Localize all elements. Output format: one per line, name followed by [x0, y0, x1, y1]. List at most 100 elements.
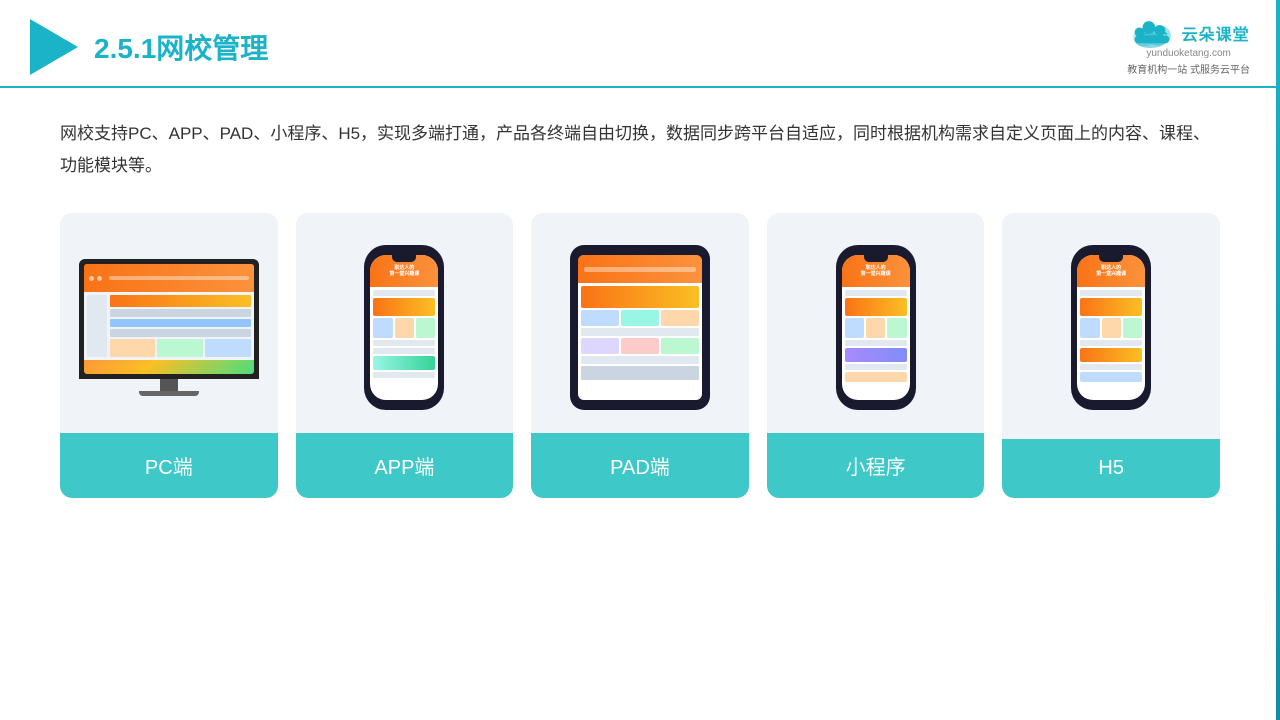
tablet-frame [570, 245, 710, 410]
header: 2.5.1网校管理 云朵课堂 yunduoketang.com 教育机构一站 式… [0, 0, 1280, 88]
brand-logo-icon: 云朵课堂 [1128, 18, 1250, 48]
grid-item [373, 318, 392, 338]
phone-row-blue [1080, 372, 1142, 382]
logo-triangle [30, 19, 78, 75]
tablet-row [581, 366, 699, 380]
card [110, 339, 156, 357]
phone-row [373, 372, 435, 378]
h5-card: 职达人的第一堂兴趣课 [1002, 213, 1220, 498]
mini-phone-frame: 职达人的第一堂兴趣课 [836, 245, 916, 410]
phone-grid [845, 318, 907, 338]
h5-image-area: 职达人的第一堂兴趣课 [1002, 233, 1220, 423]
phone-row [373, 348, 435, 354]
monitor-body [84, 292, 254, 360]
phone-banner-text: 职达人的第一堂兴趣课 [861, 265, 891, 277]
main-content: 网校支持PC、APP、PAD、小程序、H5，实现多端打通，产品各终端自由切换，数… [0, 88, 1280, 518]
miniprogram-label: 小程序 [767, 433, 985, 498]
phone-screen: 职达人的第一堂兴趣课 [1077, 255, 1145, 400]
phone-notch [1099, 255, 1123, 262]
page-title: 2.5.1网校管理 [94, 27, 268, 67]
phone-banner-text: 职达人的第一堂兴趣课 [389, 265, 419, 277]
miniprogram-phone: 职达人的第一堂兴趣课 [836, 245, 916, 410]
pad-image-area [531, 233, 749, 423]
cloud-icon [1128, 18, 1176, 48]
tablet-card [661, 338, 699, 354]
monitor-sidebar [87, 295, 107, 357]
monitor-row [110, 309, 251, 317]
address-bar [109, 276, 249, 280]
tablet-card [621, 310, 659, 326]
phone-frame: 职达人的第一堂兴趣课 [364, 245, 444, 410]
phone-body [842, 287, 910, 385]
monitor-top-bar [84, 264, 254, 292]
app-card: 职达人的第一堂兴趣课 [296, 213, 514, 498]
h5-phone-frame: 职达人的第一堂兴趣课 [1071, 245, 1151, 410]
h5-phone: 职达人的第一堂兴趣课 [1071, 245, 1151, 410]
tablet-address-bar [584, 267, 696, 272]
card [157, 339, 203, 357]
tablet-top-bar [578, 255, 702, 283]
tablet-body [578, 283, 702, 383]
monitor-banner [110, 295, 251, 307]
grid-item [416, 318, 435, 338]
tablet-card [581, 310, 619, 326]
monitor-frame [79, 259, 259, 379]
phone-notch [864, 255, 888, 262]
app-image-area: 职达人的第一堂兴趣课 [296, 233, 514, 423]
monitor-dot [97, 276, 102, 281]
tablet-card [661, 310, 699, 326]
grid-item [887, 318, 906, 338]
phone-row [845, 290, 907, 296]
miniprogram-card: 职达人的第一堂兴趣课 [767, 213, 985, 498]
phone-notch [392, 255, 416, 262]
phone-body [1077, 287, 1145, 385]
pc-card: PC端 [60, 213, 278, 498]
phone-banner [373, 298, 435, 316]
tablet-banner [581, 286, 699, 308]
phone-row-purple [845, 348, 907, 362]
brand-name: 云朵课堂 [1182, 21, 1250, 45]
section-number: 2.5.1 [94, 33, 156, 64]
monitor-row [110, 329, 251, 337]
title-text: 网校管理 [156, 33, 268, 64]
monitor-dot [89, 276, 94, 281]
miniprogram-image-area: 职达人的第一堂兴趣课 [767, 233, 985, 423]
brand-logo: 云朵课堂 yunduoketang.com 教育机构一站 式服务云平台 [1127, 18, 1250, 76]
phone-row [1080, 340, 1142, 346]
tablet-screen [578, 255, 702, 400]
phone-screen: 职达人的第一堂兴趣课 [370, 255, 438, 400]
grid-item [1102, 318, 1121, 338]
grid-item [395, 318, 414, 338]
tablet-row [581, 356, 699, 364]
tablet-cards-2 [581, 338, 699, 354]
phone-row [1080, 364, 1142, 370]
header-left: 2.5.1网校管理 [30, 19, 268, 75]
phone-screen: 职达人的第一堂兴趣课 [842, 255, 910, 400]
brand-url: yunduoketang.com [1146, 48, 1231, 59]
monitor-row-blue [110, 319, 251, 327]
app-label: APP端 [296, 433, 514, 498]
h5-label: H5 [1002, 439, 1220, 498]
right-edge-bar [1276, 0, 1280, 720]
phone-row-teal [373, 356, 435, 370]
phone-body [370, 287, 438, 381]
cards-row: PC端 职达人的第一堂兴趣课 [60, 213, 1220, 498]
pc-monitor [79, 259, 259, 396]
phone-banner [845, 298, 907, 316]
pad-label: PAD端 [531, 433, 749, 498]
pad-card: PAD端 [531, 213, 749, 498]
phone-row [373, 340, 435, 346]
monitor-main [110, 295, 251, 357]
tablet-row [581, 328, 699, 336]
phone-banner [1080, 298, 1142, 316]
phone-row [1080, 290, 1142, 296]
phone-grid [373, 318, 435, 338]
monitor-base [139, 391, 199, 396]
monitor-screen [84, 264, 254, 374]
grid-item [845, 318, 864, 338]
phone-row-orange2 [845, 372, 907, 382]
brand-tagline: 教育机构一站 式服务云平台 [1127, 61, 1250, 76]
grid-item [1123, 318, 1142, 338]
card [205, 339, 251, 357]
description-text: 网校支持PC、APP、PAD、小程序、H5，实现多端打通，产品各终端自由切换，数… [60, 118, 1220, 183]
